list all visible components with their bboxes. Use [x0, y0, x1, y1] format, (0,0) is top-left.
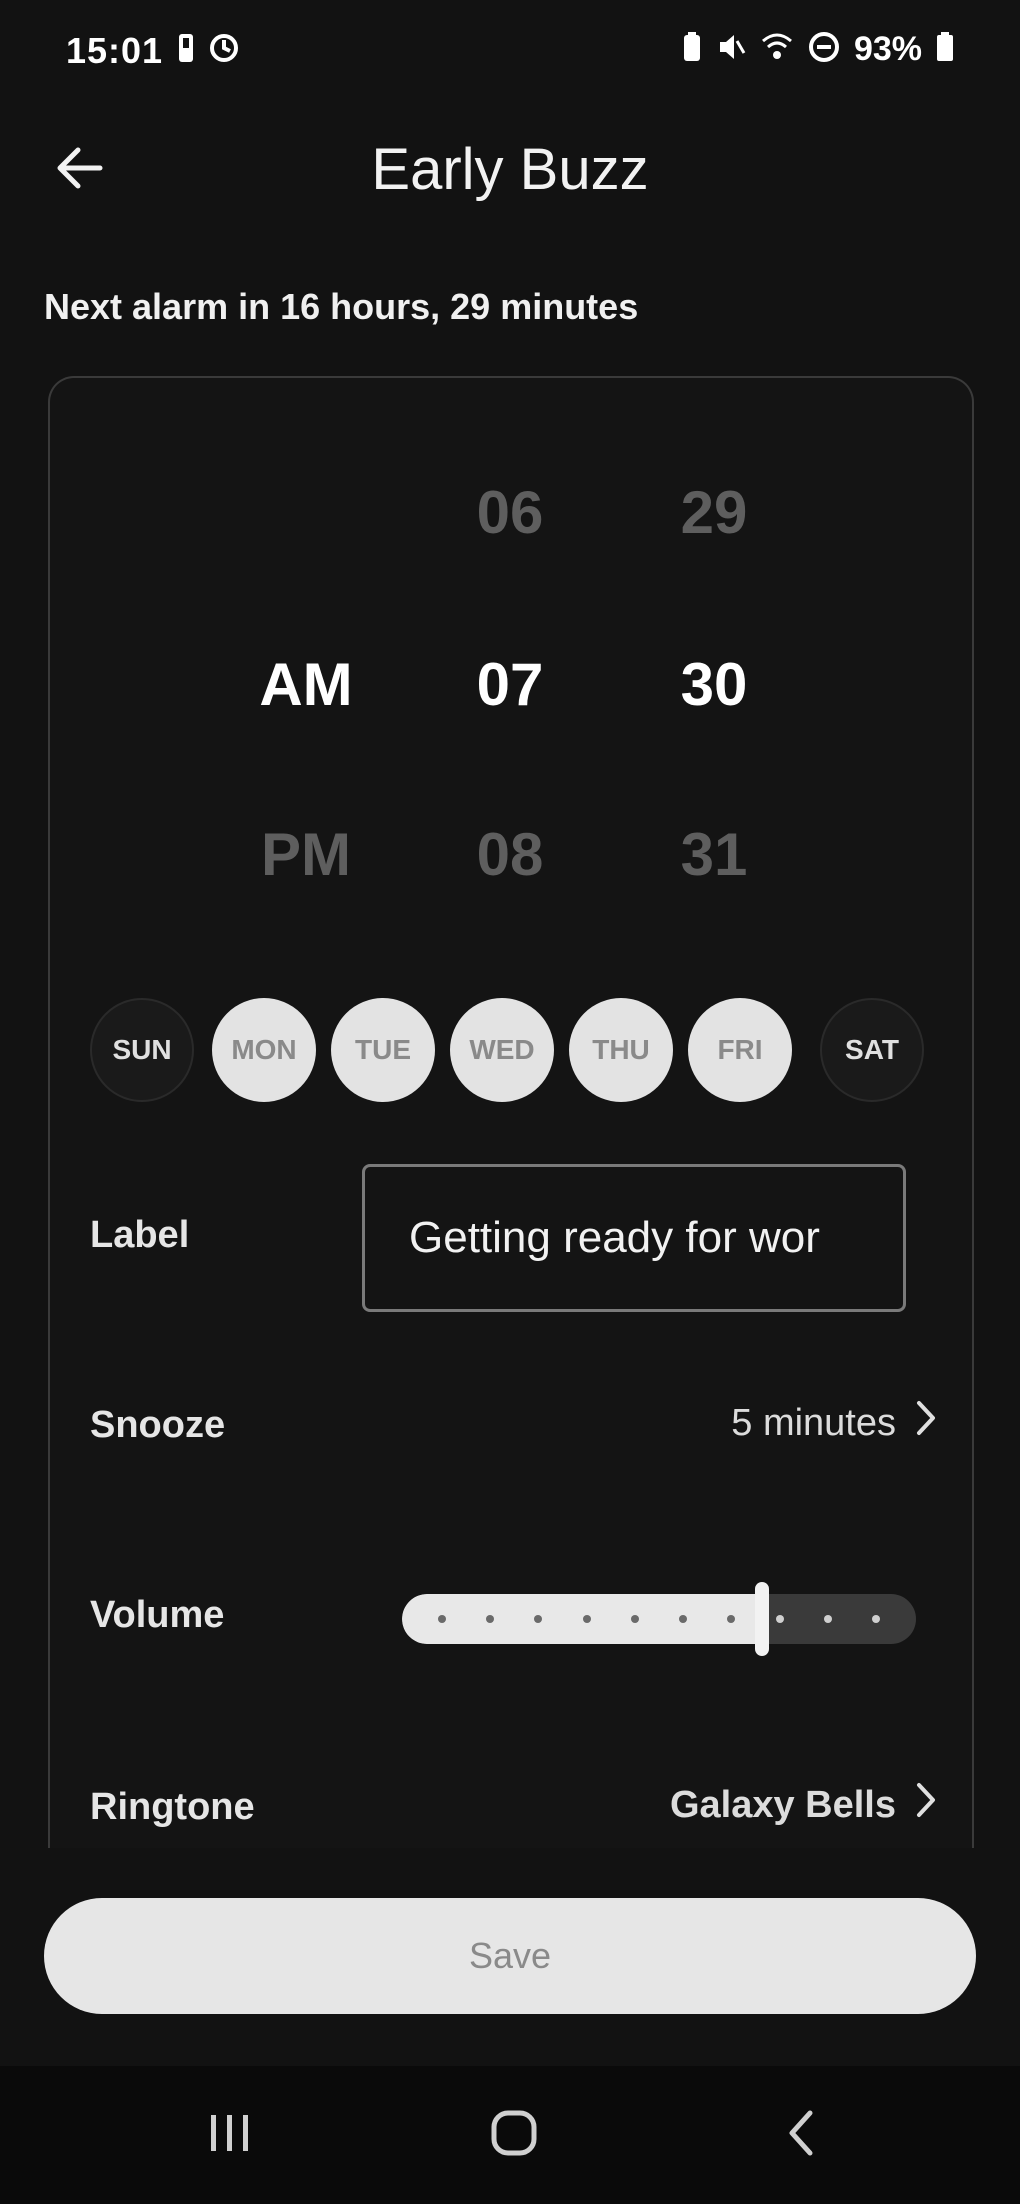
day-chip-label: FRI	[717, 1034, 763, 1065]
home-button[interactable]	[474, 2100, 554, 2170]
volume-row-title: Volume	[90, 1594, 225, 1636]
day-chip-fri[interactable]: FRI	[688, 998, 792, 1102]
minute-picker[interactable]: 29 30 31	[614, 378, 814, 888]
save-button[interactable]: Save	[44, 1898, 976, 2014]
ampm-below[interactable]: PM	[206, 820, 406, 889]
minute-selected[interactable]: 30	[614, 650, 814, 719]
alarm-label-input[interactable]	[362, 1164, 906, 1312]
recents-icon	[205, 2111, 255, 2160]
nav-back-button[interactable]	[762, 2100, 842, 2170]
volume-track	[402, 1594, 916, 1644]
alarm-settings-card: AM PM 06 07 08 29 30 31 SUN MON TUE WED …	[48, 376, 974, 1848]
status-bar: 15:01 93%	[0, 0, 1020, 100]
nav-back-icon	[782, 2108, 822, 2163]
day-chip-label: MON	[231, 1034, 297, 1065]
status-time: 15:01	[66, 30, 164, 71]
hour-picker[interactable]: 06 07 08	[410, 378, 610, 888]
ampm-picker[interactable]: AM PM	[206, 378, 406, 888]
volume-step-dot	[823, 1615, 832, 1623]
battery-saver-icon	[682, 31, 702, 68]
upload-icon	[176, 32, 196, 69]
snooze-row-title: Snooze	[90, 1404, 226, 1446]
sync-icon	[208, 32, 240, 69]
alarm-edit-screen: 15:01 93% Early Buzz Next alarm in 16 ho…	[0, 0, 1020, 2204]
battery-level: 93%	[853, 30, 922, 68]
ampm-selected[interactable]: AM	[206, 650, 406, 719]
mute-icon	[716, 31, 746, 68]
hour-selected[interactable]: 07	[410, 650, 610, 719]
volume-step-dot	[438, 1615, 446, 1623]
hour-above[interactable]: 06	[410, 478, 610, 547]
system-nav-bar	[0, 2066, 1020, 2204]
day-chip-sat[interactable]: SAT	[820, 998, 924, 1102]
chevron-right-icon	[914, 1780, 938, 1830]
minute-below[interactable]: 31	[614, 820, 814, 889]
page-title: Early Buzz	[371, 137, 649, 202]
label-row-title: Label	[90, 1214, 190, 1256]
battery-icon	[936, 32, 954, 67]
weekday-selector: SUN MON TUE WED THU FRI SAT	[90, 998, 932, 1108]
day-chip-thu[interactable]: THU	[569, 998, 673, 1102]
do-not-disturb-icon	[808, 31, 840, 68]
day-chip-label: SUN	[112, 1034, 172, 1065]
ringtone-setting[interactable]: Galaxy Bells	[670, 1780, 938, 1830]
day-chip-wed[interactable]: WED	[450, 998, 554, 1102]
day-chip-tue[interactable]: TUE	[331, 998, 435, 1102]
recents-button[interactable]	[190, 2100, 270, 2170]
day-chip-sun[interactable]: SUN	[90, 998, 194, 1102]
day-chip-mon[interactable]: MON	[212, 998, 316, 1102]
day-chip-label: SAT	[845, 1034, 899, 1065]
day-chip-label: THU	[592, 1034, 650, 1065]
ringtone-value: Galaxy Bells	[669, 1783, 896, 1826]
minute-above[interactable]: 29	[614, 478, 814, 547]
snooze-setting[interactable]: 5 minutes	[731, 1398, 938, 1448]
day-chip-label: WED	[469, 1034, 535, 1065]
ringtone-row-title: Ringtone	[90, 1786, 255, 1828]
day-chip-label: TUE	[355, 1034, 411, 1065]
home-icon	[489, 2108, 539, 2163]
volume-slider[interactable]	[402, 1582, 916, 1656]
volume-thumb[interactable]	[755, 1582, 769, 1656]
volume-step-dot	[582, 1615, 591, 1623]
chevron-right-icon	[914, 1398, 938, 1448]
volume-step-dot	[872, 1615, 880, 1623]
hour-below[interactable]: 08	[410, 820, 610, 889]
volume-step-dot	[630, 1615, 639, 1623]
snooze-value: 5 minutes	[731, 1401, 896, 1444]
wifi-call-icon	[760, 31, 794, 68]
next-alarm-text: Next alarm in 16 hours, 29 minutes	[44, 286, 639, 327]
volume-step-dot	[775, 1615, 784, 1623]
